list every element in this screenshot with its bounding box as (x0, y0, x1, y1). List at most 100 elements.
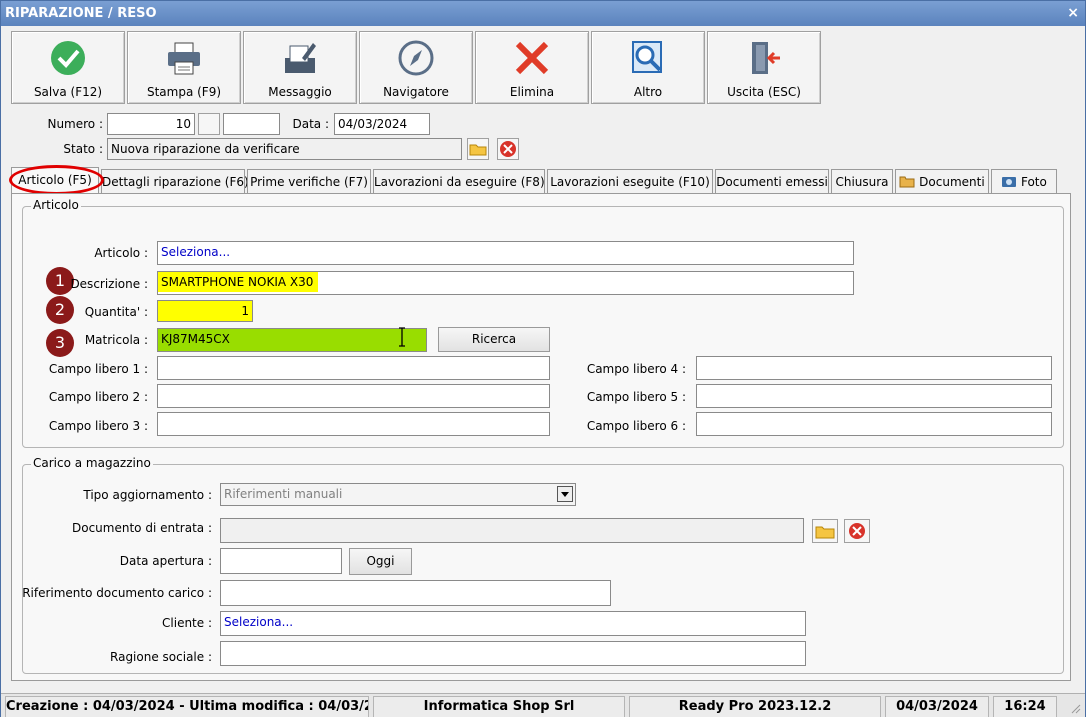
articolo-group-title: Articolo (31, 198, 81, 212)
quantita-label: Quantita' : (84, 305, 148, 319)
status-company: Informatica Shop Srl (373, 696, 625, 717)
ricerca-button[interactable]: Ricerca (438, 327, 550, 352)
campo-libero-3-field[interactable] (157, 412, 550, 436)
cliente-label: Cliente : (162, 616, 212, 630)
print-label: Stampa (F9) (146, 85, 222, 99)
close-icon[interactable]: × (1067, 1, 1079, 26)
campo-libero-5-field[interactable] (696, 384, 1052, 408)
descrizione-value: SMARTPHONE NOKIA X30 (158, 272, 318, 292)
compass-icon (398, 40, 434, 76)
tipo-aggiornamento-label: Tipo aggiornamento : (83, 488, 212, 502)
campo-libero-4-field[interactable] (696, 356, 1052, 380)
ragione-sociale-label: Ragione sociale : (110, 650, 212, 664)
tab-prime-verifiche[interactable]: Prime verifiche (F7) (247, 169, 371, 194)
window-title: RIPARAZIONE / RESO (5, 6, 157, 21)
campo-libero-1-field[interactable] (157, 356, 550, 380)
folder-icon (469, 144, 487, 156)
campo-libero-3-label: Campo libero 3 : (48, 419, 148, 433)
print-button[interactable]: Stampa (F9) (127, 31, 241, 104)
stato-folder-button[interactable] (467, 138, 489, 160)
tab-panel: Articolo Articolo : Seleziona... 1 Descr… (11, 193, 1071, 681)
cliente-field[interactable]: Seleziona... (220, 611, 806, 636)
exit-door-icon (752, 42, 780, 74)
highlight-ring (9, 165, 104, 195)
camera-icon (1002, 177, 1017, 187)
campo-libero-2-field[interactable] (157, 384, 550, 408)
oggi-button[interactable]: Oggi (349, 548, 412, 575)
riferimento-documento-label: Riferimento documento carico : (22, 586, 212, 600)
descrizione-field[interactable]: SMARTPHONE NOKIA X30 (157, 271, 854, 295)
delete-x-icon (515, 41, 549, 75)
numero-suffix-field[interactable] (223, 113, 280, 135)
navigator-label: Navigatore (383, 85, 449, 99)
tab-documenti[interactable]: Documenti (895, 169, 989, 194)
tab-documenti-label: Documenti (919, 175, 985, 189)
campo-libero-6-field[interactable] (696, 412, 1052, 436)
data-apertura-label: Data apertura : (119, 554, 212, 568)
tab-foto[interactable]: Foto (991, 169, 1057, 194)
text-cursor-icon (399, 327, 405, 347)
status-version: Ready Pro 2023.12.2 (629, 696, 881, 717)
clear-icon (849, 523, 865, 539)
numero-picker-button[interactable] (198, 113, 220, 135)
tab-foto-label: Foto (1020, 175, 1047, 189)
clear-icon (500, 141, 516, 157)
tab-chiusura[interactable]: Chiusura (831, 169, 893, 194)
repair-window: RIPARAZIONE / RESO × Salva (F12) Stampa … (0, 0, 1086, 717)
carico-group-title: Carico a magazzino (31, 456, 153, 470)
campo-libero-5-label: Campo libero 5 : (586, 390, 686, 404)
stato-label: Stato : (63, 142, 103, 156)
descrizione-label: Descrizione : (70, 277, 148, 291)
tab-lavorazioni-da-eseguire[interactable]: Lavorazioni da eseguire (F8) (373, 169, 545, 194)
title-bar: RIPARAZIONE / RESO × (1, 1, 1085, 26)
message-label: Messaggio (268, 85, 332, 99)
tab-documenti-emessi[interactable]: Documenti emessi (715, 169, 829, 194)
ragione-sociale-field[interactable] (220, 641, 806, 666)
riferimento-documento-field[interactable] (220, 580, 611, 606)
documento-entrata-label: Documento di entrata : (72, 521, 212, 535)
numero-field[interactable]: 10 (107, 113, 195, 135)
matricola-field[interactable]: KJ87M45CX (157, 328, 427, 352)
folder-icon (899, 176, 915, 188)
tab-lavorazioni-eseguite[interactable]: Lavorazioni eseguite (F10) (547, 169, 713, 194)
message-icon (285, 43, 316, 73)
articolo-label: Articolo : (94, 246, 148, 260)
message-button[interactable]: Messaggio (243, 31, 357, 104)
checkmark-icon (51, 41, 85, 75)
campo-libero-6-label: Campo libero 6 : (586, 419, 686, 433)
tipo-aggiornamento-value: Riferimenti manuali (224, 487, 343, 501)
data-field[interactable]: 04/03/2024 (334, 113, 430, 135)
printer-icon (168, 42, 200, 75)
folder-icon (815, 526, 835, 539)
delete-button[interactable]: Elimina (475, 31, 589, 104)
tab-dettagli-riparazione[interactable]: Dettagli riparazione (F6) (101, 169, 249, 194)
dropdown-arrow-icon[interactable] (557, 486, 573, 502)
delete-label: Elimina (509, 85, 555, 99)
tipo-aggiornamento-select[interactable]: Riferimenti manuali (220, 483, 576, 506)
stato-field[interactable]: Nuova riparazione da verificare (107, 138, 462, 160)
save-label: Salva (F12) (33, 85, 103, 99)
matricola-label: Matricola : (84, 333, 148, 347)
campo-libero-2-label: Campo libero 2 : (48, 390, 148, 404)
search-document-icon (632, 41, 662, 73)
articolo-field[interactable]: Seleziona... (157, 241, 854, 265)
resize-grip-icon[interactable] (1069, 702, 1081, 714)
data-label: Data : (292, 117, 329, 131)
exit-label: Uscita (ESC) (727, 85, 801, 99)
status-bar: Creazione : 04/03/2024 - Ultima modifica… (1, 693, 1085, 717)
exit-button[interactable]: Uscita (ESC) (707, 31, 821, 104)
other-button[interactable]: Altro (591, 31, 705, 104)
navigator-button[interactable]: Navigatore (359, 31, 473, 104)
status-date: 04/03/2024 (885, 696, 989, 717)
data-apertura-field[interactable] (220, 548, 342, 574)
documento-clear-button[interactable] (844, 519, 870, 543)
other-label: Altro (633, 85, 663, 99)
campo-libero-1-label: Campo libero 1 : (48, 362, 148, 376)
save-button[interactable]: Salva (F12) (11, 31, 125, 104)
status-creazione: Creazione : 04/03/2024 - Ultima modifica… (5, 696, 369, 717)
documento-folder-button[interactable] (812, 519, 838, 543)
quantita-field[interactable]: 1 (157, 300, 253, 322)
documento-entrata-field[interactable] (220, 518, 804, 543)
numero-label: Numero : (47, 117, 103, 131)
stato-clear-button[interactable] (497, 138, 519, 160)
